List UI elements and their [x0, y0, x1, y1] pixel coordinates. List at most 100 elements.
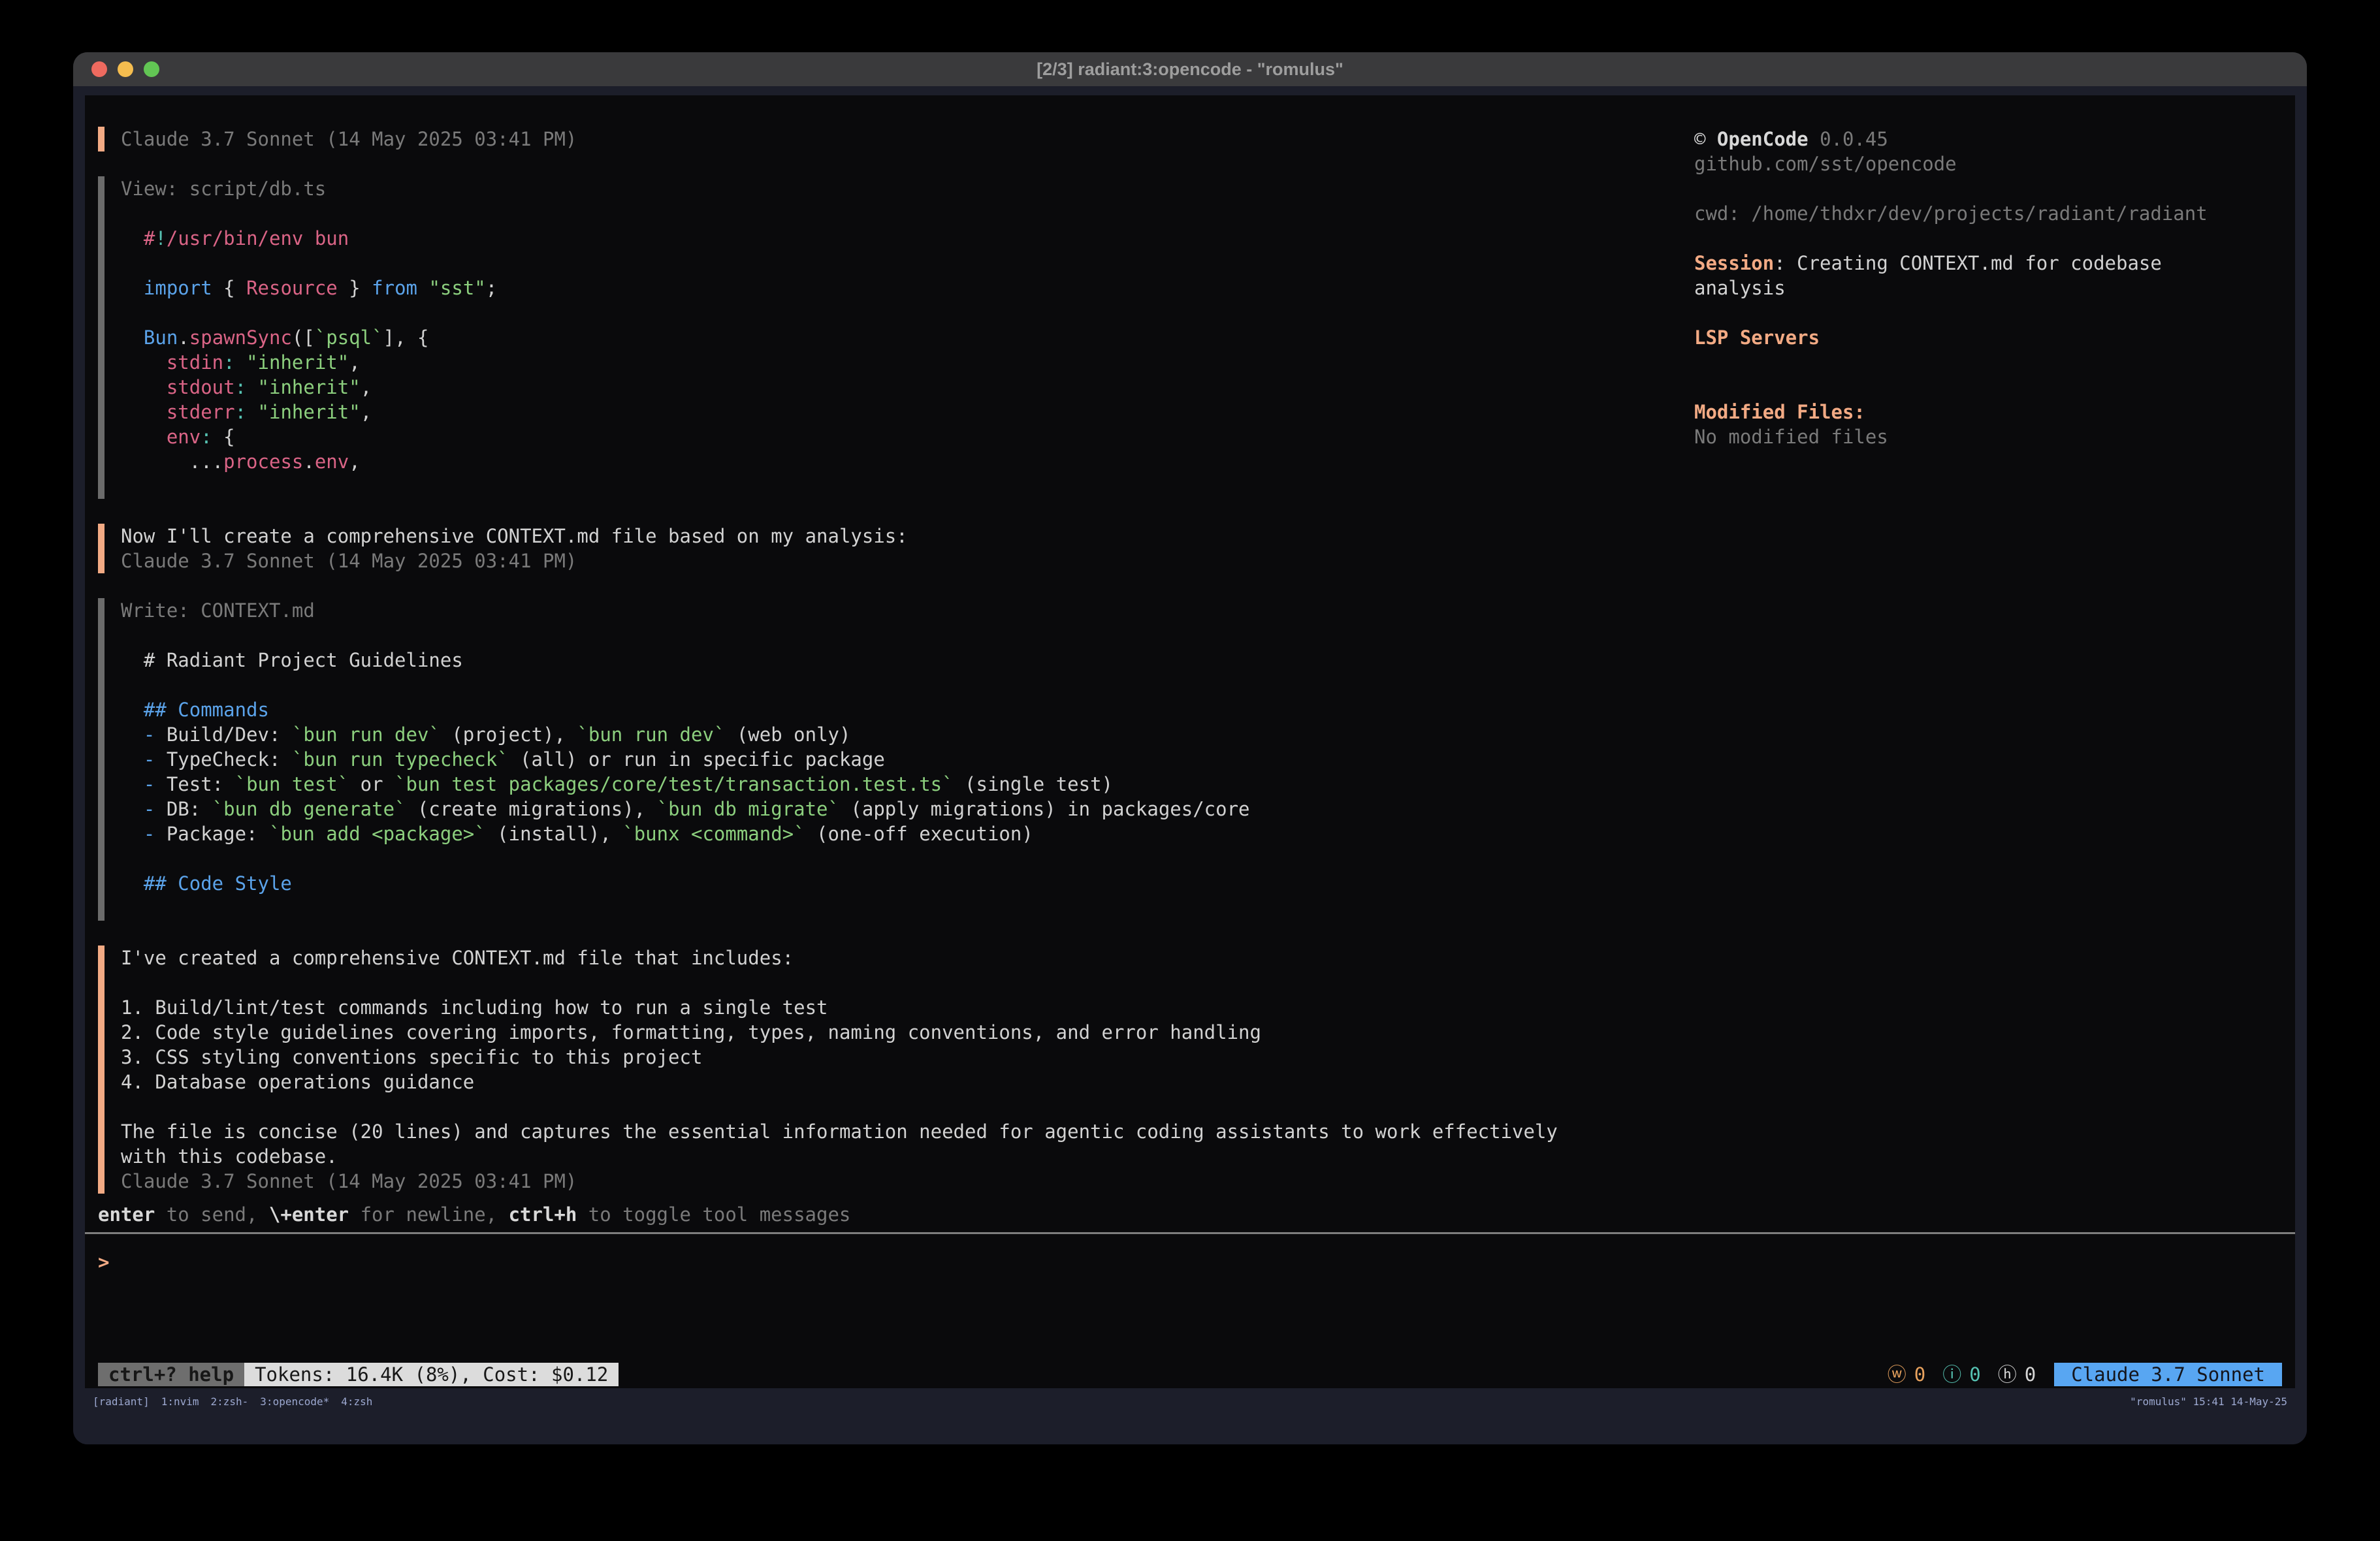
- terminal-line: Bun.spawnSync([`psql`], {: [121, 325, 1694, 350]
- terminal-line: [1694, 300, 2282, 325]
- text-segment: with this codebase.: [121, 1145, 338, 1168]
- tmux-window-item[interactable]: 4:zsh: [341, 1395, 372, 1408]
- input-divider: [85, 1232, 2295, 1234]
- text-segment: DB:: [167, 798, 212, 820]
- terminal-line: - Build/Dev: `bun run dev` (project), `b…: [121, 722, 1694, 747]
- text-segment: Test:: [167, 773, 235, 795]
- prompt-input-area[interactable]: >: [98, 1239, 2282, 1362]
- text-segment: Modified Files:: [1694, 401, 1865, 423]
- prompt-line[interactable]: >: [98, 1250, 2282, 1275]
- traffic-light-buttons: [91, 52, 159, 86]
- text-segment: for newline,: [349, 1203, 508, 1226]
- zoom-button[interactable]: [144, 61, 159, 77]
- text-segment: or: [349, 773, 394, 795]
- tool-view-block: View: script/db.ts #!/usr/bin/env bun im…: [98, 176, 1694, 499]
- text-segment: env: [315, 451, 349, 473]
- diagnostic-icon: ⓗ: [1998, 1363, 2017, 1386]
- text-segment: The file is concise (20 lines) and captu…: [121, 1120, 1558, 1143]
- text-segment: to send,: [155, 1203, 269, 1226]
- tmux-session-name: [radiant]: [93, 1395, 150, 1408]
- text-segment: `bun add <package>`: [269, 823, 486, 845]
- text-segment: (web only): [725, 723, 850, 746]
- text-segment: -: [121, 773, 167, 795]
- text-segment: `bun run dev`: [292, 723, 440, 746]
- text-segment: Resource: [246, 277, 338, 299]
- tmux-status-bar: [radiant] 1:nvim 2:zsh- 3:opencode* 4:zsh "…: [85, 1388, 2295, 1414]
- terminal-line: I've created a comprehensive CONTEXT.md …: [121, 945, 1694, 970]
- text-segment: cwd: /home/thdxr/dev/projects/radiant/ra…: [1694, 202, 2208, 225]
- text-segment: .: [178, 326, 189, 349]
- terminal-line: [121, 673, 1694, 697]
- text-segment: import: [144, 277, 212, 299]
- tmux-window-item[interactable]: 1:nvim: [161, 1395, 199, 1408]
- text-segment: -: [121, 798, 167, 820]
- text-segment: [246, 376, 257, 398]
- terminal-line: Claude 3.7 Sonnet (14 May 2025 03:41 PM): [121, 548, 1694, 573]
- text-segment: 4. Database operations guidance: [121, 1071, 474, 1093]
- text-segment: : Creating CONTEXT.md for codebase: [1774, 252, 2162, 274]
- diagnostic-hint-counter: ⓗ0: [1998, 1362, 2036, 1387]
- text-segment: enter: [98, 1203, 155, 1226]
- text-segment: :: [201, 426, 212, 448]
- text-segment: {: [212, 277, 246, 299]
- text-segment: 1. Build/lint/test commands including ho…: [121, 996, 828, 1019]
- text-segment: [121, 376, 167, 398]
- terminal-line: 1. Build/lint/test commands including ho…: [121, 995, 1694, 1020]
- terminal-line: [1694, 176, 2282, 201]
- text-segment: from: [372, 277, 417, 299]
- chat-transcript: Claude 3.7 Sonnet (14 May 2025 03:41 PM)…: [98, 127, 1694, 1202]
- text-segment: [246, 401, 257, 423]
- text-segment: OpenCode: [1717, 128, 1809, 150]
- terminal-line: ## Code Style: [121, 871, 1694, 896]
- terminal-line: - Test: `bun test` or `bun test packages…: [121, 772, 1694, 797]
- text-segment: #: [121, 227, 155, 249]
- text-segment: [121, 401, 167, 423]
- text-segment: 3. CSS styling conventions specific to t…: [121, 1046, 702, 1068]
- text-segment: `bun db migrate`: [657, 798, 839, 820]
- model-badge: Claude 3.7 Sonnet: [2054, 1363, 2282, 1386]
- text-segment: ([: [292, 326, 315, 349]
- terminal-line: [121, 251, 1694, 276]
- diagnostic-count: 0: [1969, 1363, 1980, 1386]
- terminal-line: ## Commands: [121, 697, 1694, 722]
- diagnostic-count: 0: [1914, 1363, 1925, 1386]
- terminal-line: cwd: /home/thdxr/dev/projects/radiant/ra…: [1694, 201, 2282, 226]
- text-segment: \+enter: [269, 1203, 349, 1226]
- window-title: [2/3] radiant:3:opencode - "romulus": [73, 59, 2307, 80]
- terminal-line: github.com/sst/opencode: [1694, 151, 2282, 176]
- minimize-button[interactable]: [118, 61, 133, 77]
- terminal-line: stdin: "inherit",: [121, 350, 1694, 375]
- terminal-line: Claude 3.7 Sonnet (14 May 2025 03:41 PM): [121, 127, 1694, 151]
- text-segment: ctrl+h: [509, 1203, 577, 1226]
- tmux-window-item[interactable]: 3:opencode*: [260, 1395, 329, 1408]
- terminal-line: [121, 896, 1694, 921]
- tmux-host-clock: "romulus" 15:41 14-May-25: [2130, 1395, 2287, 1408]
- terminal-line: [121, 300, 1694, 325]
- terminal-line: [121, 474, 1694, 499]
- window-titlebar: [2/3] radiant:3:opencode - "romulus": [73, 52, 2307, 86]
- text-segment: "inherit": [258, 376, 361, 398]
- text-segment: I've created a comprehensive CONTEXT.md …: [121, 947, 794, 969]
- desktop-background: [2/3] radiant:3:opencode - "romulus" Cla…: [0, 0, 2380, 1541]
- diagnostic-icon: ⓦ: [1888, 1363, 1906, 1386]
- terminal-line: #!/usr/bin/env bun: [121, 226, 1694, 251]
- terminal-line: Claude 3.7 Sonnet (14 May 2025 03:41 PM): [121, 1169, 1694, 1194]
- terminal-line: Now I'll create a comprehensive CONTEXT.…: [121, 524, 1694, 548]
- terminal-line: 4. Database operations guidance: [121, 1070, 1694, 1094]
- tmux-window-item[interactable]: 2:zsh-: [211, 1395, 249, 1408]
- text-segment: ,: [361, 376, 372, 398]
- diagnostics-counters: ⓦ0ⓘ0ⓗ0: [1871, 1362, 2036, 1387]
- tmux-window-list: 1:nvim 2:zsh- 3:opencode* 4:zsh: [161, 1395, 385, 1408]
- close-button[interactable]: [91, 61, 107, 77]
- text-segment: Claude 3.7 Sonnet (14 May 2025 03:41 PM): [121, 550, 577, 572]
- text-segment: to toggle tool messages: [577, 1203, 850, 1226]
- terminal-line: 3. CSS styling conventions specific to t…: [121, 1045, 1694, 1070]
- text-segment: !: [155, 227, 166, 249]
- terminal-line: - Package: `bun add <package>` (install)…: [121, 821, 1694, 846]
- terminal-line: 2. Code style guidelines covering import…: [121, 1020, 1694, 1045]
- text-segment: `psql`: [315, 326, 383, 349]
- text-segment: (one-off execution): [805, 823, 1033, 845]
- text-segment: [235, 351, 246, 373]
- tokens-cost-chip: Tokens: 16.4K (8%), Cost: $0.12: [244, 1363, 619, 1386]
- terminal-line: [1694, 350, 2282, 375]
